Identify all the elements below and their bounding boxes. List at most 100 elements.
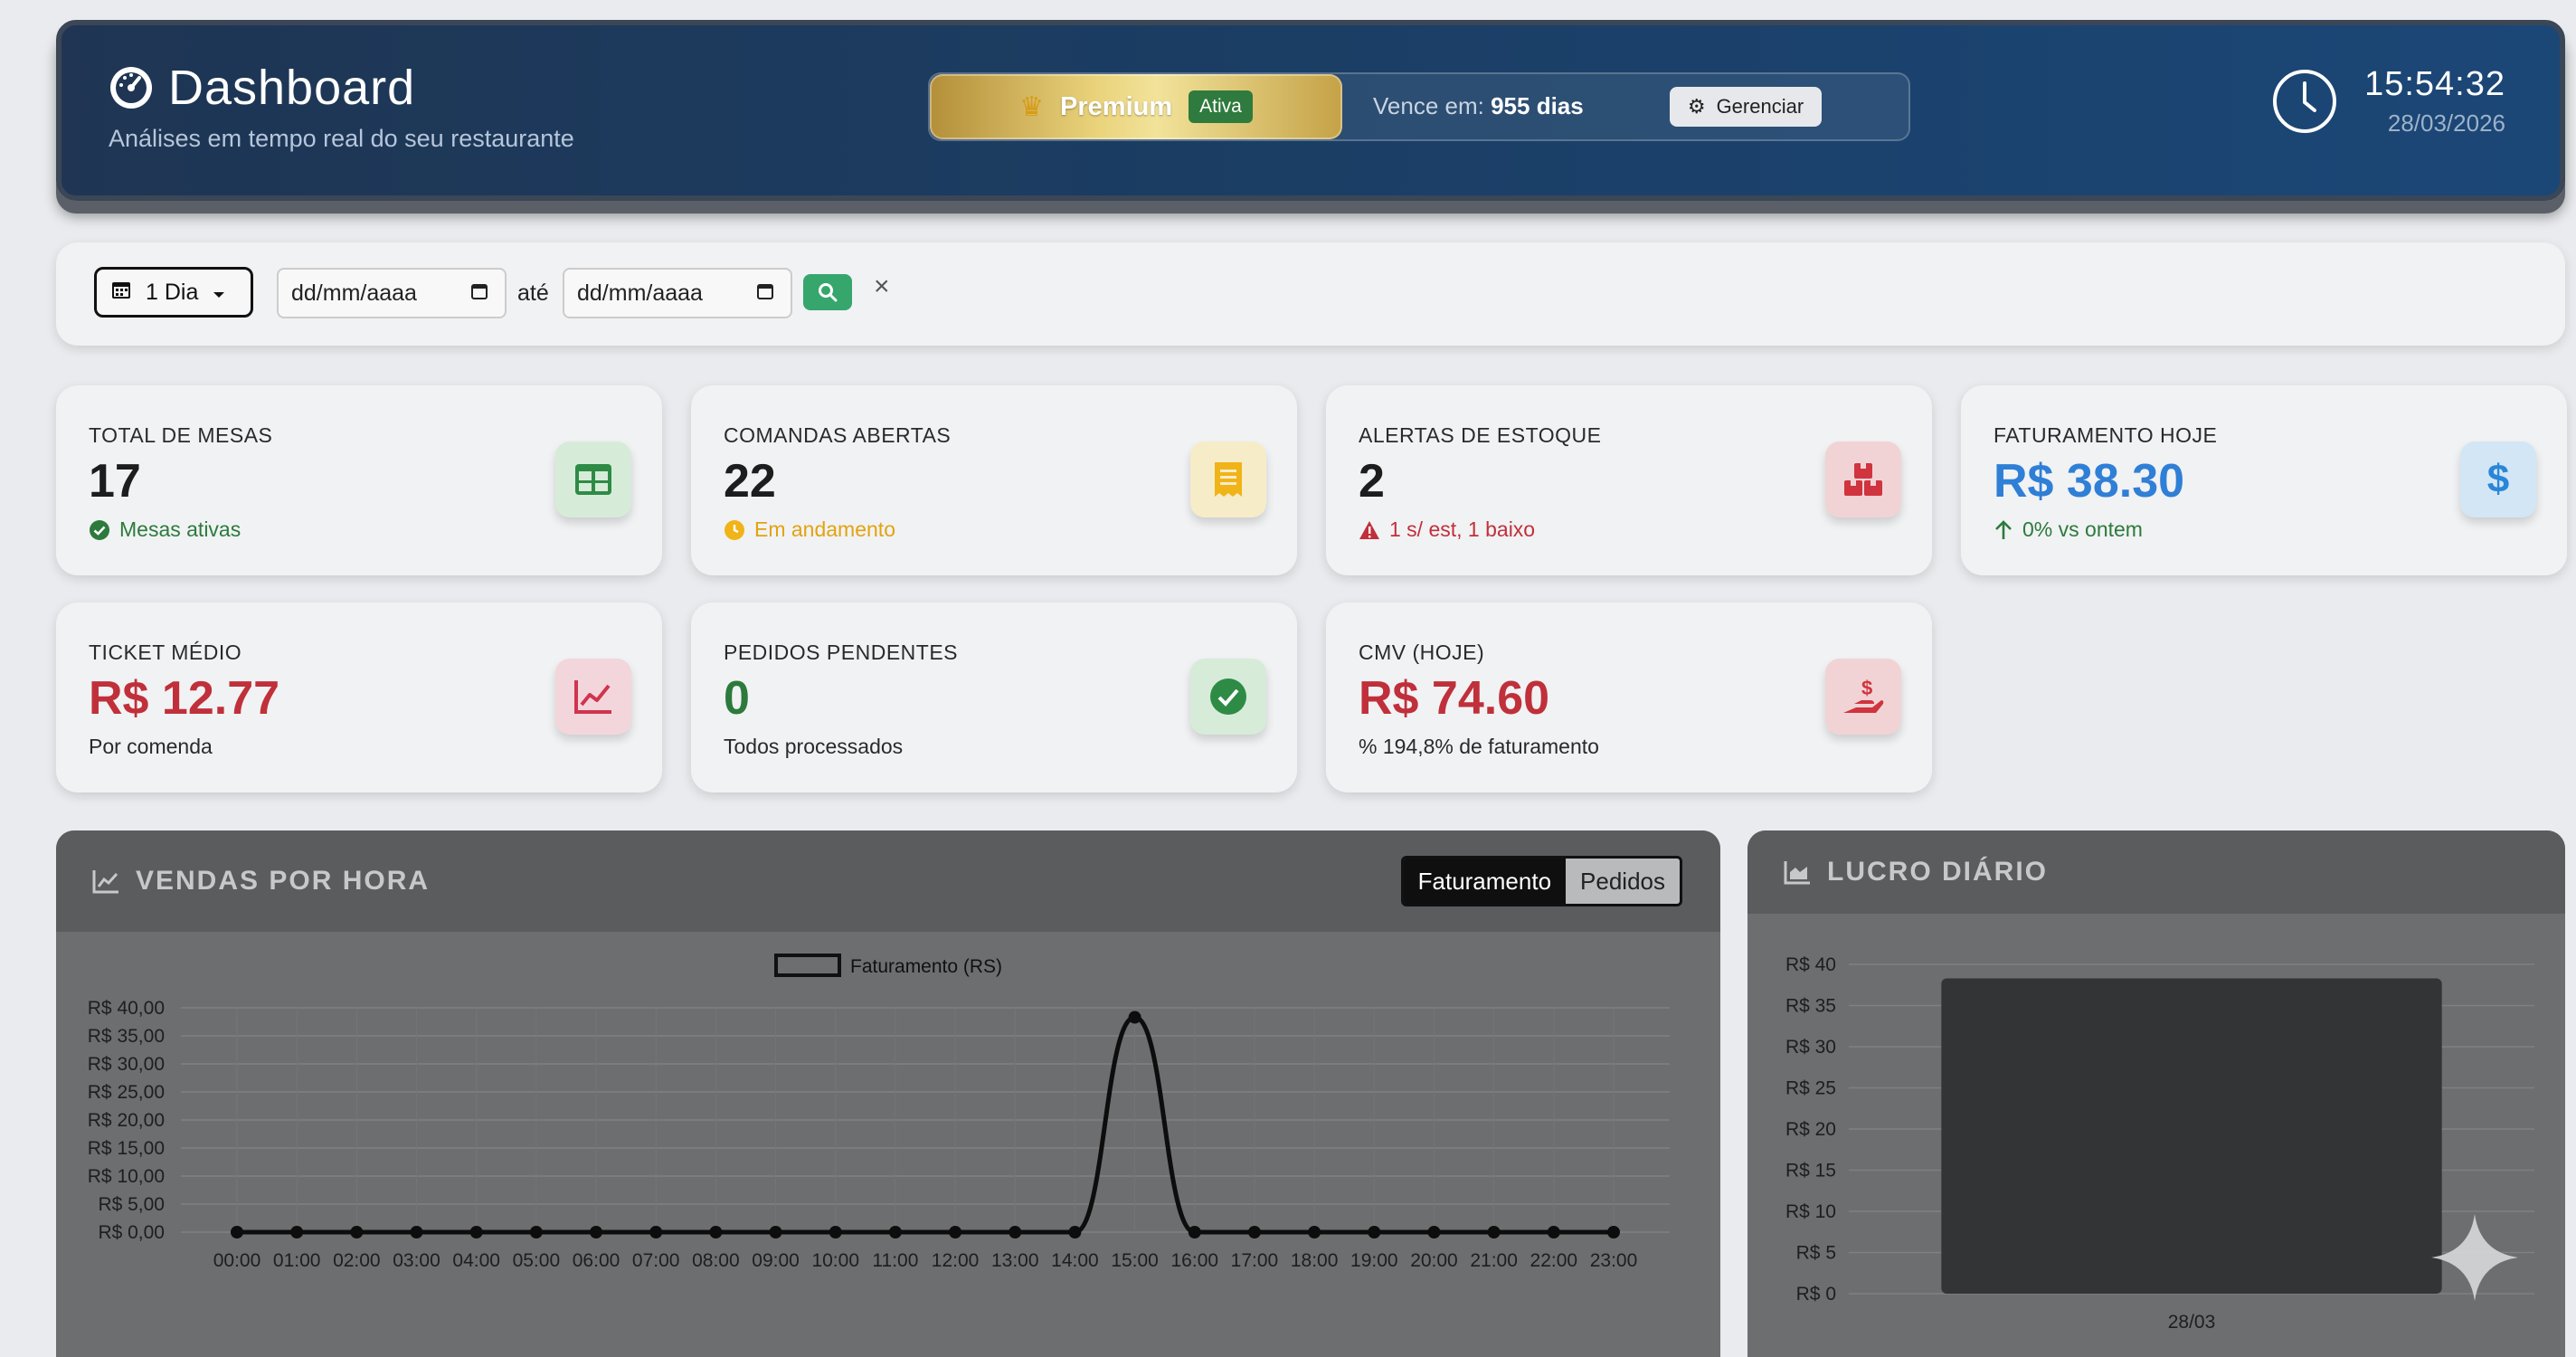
y-tick-label: R$ 10 (1785, 1201, 1836, 1222)
x-tick-label: 04:00 (452, 1250, 500, 1271)
metric-toggle: Faturamento Pedidos (1400, 856, 1682, 906)
stat-label: CMV (HOJE) (1359, 641, 1485, 664)
data-point (769, 1226, 782, 1238)
x-tick-label: 21:00 (1470, 1250, 1518, 1271)
data-point (469, 1226, 483, 1238)
x-tick-label: 07:00 (632, 1250, 680, 1271)
x-tick-label: 00:00 (213, 1250, 261, 1271)
data-point (1607, 1226, 1620, 1238)
y-tick-label: R$ 35 (1785, 996, 1836, 1017)
check-circle-icon (1190, 659, 1266, 735)
stat-label: ALERTAS DE ESTOQUE (1359, 423, 1602, 447)
y-tick-label: R$ 0 (1796, 1284, 1836, 1305)
dashboard-header: Dashboard Análises em tempo real do seu … (56, 20, 2565, 201)
sales-by-hour-panel: VENDAS POR HORA Faturamento Pedidos R$ 0… (56, 830, 1720, 1357)
line-chart-icon (92, 870, 118, 894)
arrow-up-icon (1995, 519, 2012, 539)
end-date-placeholder: dd/mm/aaaa (577, 280, 703, 306)
dollar-icon: $ (2460, 441, 2536, 517)
data-point (1427, 1226, 1441, 1238)
data-point (649, 1226, 663, 1238)
stat-label: PEDIDOS PENDENTES (724, 641, 958, 664)
manage-plan-label: Gerenciar (1716, 95, 1804, 118)
stat-value: 2 (1359, 455, 1385, 508)
data-point (709, 1226, 723, 1238)
data-point (231, 1226, 243, 1238)
x-tick-label: 05:00 (513, 1250, 561, 1271)
data-point (410, 1226, 423, 1238)
data-point (1368, 1226, 1381, 1238)
x-tick-label: 17:00 (1231, 1250, 1279, 1271)
caret-down-icon (213, 280, 225, 306)
y-tick-label: R$ 25,00 (88, 1082, 165, 1103)
x-tick-label: 28/03 (2168, 1312, 2216, 1333)
legend-label: Faturamento (RS) (850, 956, 1002, 977)
panel-title: LUCRO DIÁRIO (1827, 857, 2048, 887)
x-tick-label: 13:00 (991, 1250, 1039, 1271)
y-tick-label: R$ 5,00 (98, 1194, 165, 1215)
stat-value: R$ 74.60 (1359, 672, 1550, 725)
x-tick-label: 02:00 (333, 1250, 381, 1271)
period-select[interactable]: 1 Dia (94, 267, 253, 318)
stat-card-cmv-today: CMV (HOJE) R$ 74.60 % 194,8% de faturame… (1326, 603, 1932, 792)
gauge-icon (110, 67, 152, 109)
toggle-revenue[interactable]: Faturamento (1403, 859, 1567, 904)
y-tick-label: R$ 15 (1785, 1161, 1836, 1181)
y-tick-label: R$ 10,00 (88, 1166, 165, 1187)
stat-value: 22 (724, 455, 776, 508)
clear-filter-button[interactable]: × (874, 271, 890, 302)
calendar-icon (756, 280, 774, 307)
x-tick-label: 11:00 (872, 1250, 918, 1271)
stat-card-revenue-today: FATURAMENTO HOJE R$ 38.30 0% vs ontem $ (1961, 385, 2567, 575)
stat-label: TOTAL DE MESAS (89, 423, 273, 447)
sales-line-chart: R$ 0,00 R$ 5,00 R$ 10,00 R$ 15,00 R$ 20,00 R$… (88, 954, 1670, 1271)
y-tick-label: R$ 40 (1785, 954, 1836, 975)
stat-sub: Todos processados (724, 735, 904, 758)
page-subtitle: Análises em tempo real do seu restaurant… (109, 125, 574, 152)
stat-label: COMANDAS ABERTAS (724, 423, 952, 447)
x-tick-label: 15:00 (1111, 1250, 1159, 1271)
search-button[interactable] (803, 274, 852, 310)
start-date-input[interactable]: dd/mm/aaaa (277, 268, 507, 318)
stat-sub: 1 s/ est, 1 baixo (1389, 517, 1536, 541)
gear-icon: ⚙ (1687, 95, 1706, 118)
end-date-input[interactable]: dd/mm/aaaa (563, 268, 792, 318)
x-tick-label: 16:00 (1171, 1250, 1219, 1271)
clock-date: 28/03/2026 (2387, 109, 2505, 137)
data-point (1247, 1226, 1261, 1238)
clock-small-icon (724, 519, 744, 540)
table-icon (555, 441, 631, 517)
stat-card-average-ticket: TICKET MÉDIO R$ 12.77 Por comenda (56, 603, 662, 792)
stat-sub: Mesas ativas (119, 517, 242, 541)
chart-legend: Faturamento (RS) (774, 954, 1002, 977)
bar (1941, 978, 2442, 1294)
x-tick-label: 09:00 (752, 1250, 800, 1271)
panel-title: VENDAS POR HORA (136, 866, 431, 896)
clock-time: 15:54:32 (2364, 65, 2505, 103)
area-chart-icon (1784, 861, 1810, 885)
manage-plan-button[interactable]: ⚙ Gerenciar (1670, 87, 1822, 127)
plan-expiry-label: Vence em: (1373, 92, 1484, 119)
plan-name: Premium (1060, 91, 1173, 121)
boxes-icon (1825, 441, 1901, 517)
y-tick-label: R$ 40,00 (88, 998, 165, 1019)
stat-label: TICKET MÉDIO (89, 641, 242, 664)
plan-status-badge: Ativa (1189, 90, 1253, 123)
premium-plan-pill: ♛ Premium Ativa (930, 74, 1342, 139)
stat-sub: Em andamento (754, 517, 895, 541)
data-point (888, 1226, 902, 1238)
toggle-orders[interactable]: Pedidos (1566, 859, 1680, 904)
stat-value: 0 (724, 672, 750, 725)
series-line (237, 1015, 1614, 1235)
data-point (1068, 1226, 1082, 1238)
x-tick-label: 19:00 (1350, 1250, 1398, 1271)
data-point (829, 1226, 842, 1238)
data-point (1009, 1226, 1022, 1238)
page-title: Dashboard (168, 61, 416, 115)
start-date-placeholder: dd/mm/aaaa (291, 280, 417, 306)
until-label: até (517, 280, 549, 306)
check-circle-icon (90, 519, 109, 540)
stat-card-stock-alerts: ALERTAS DE ESTOQUE 2 1 s/ est, 1 baixo (1326, 385, 1932, 575)
x-tick-label: 20:00 (1410, 1250, 1458, 1271)
data-point (1188, 1226, 1201, 1238)
